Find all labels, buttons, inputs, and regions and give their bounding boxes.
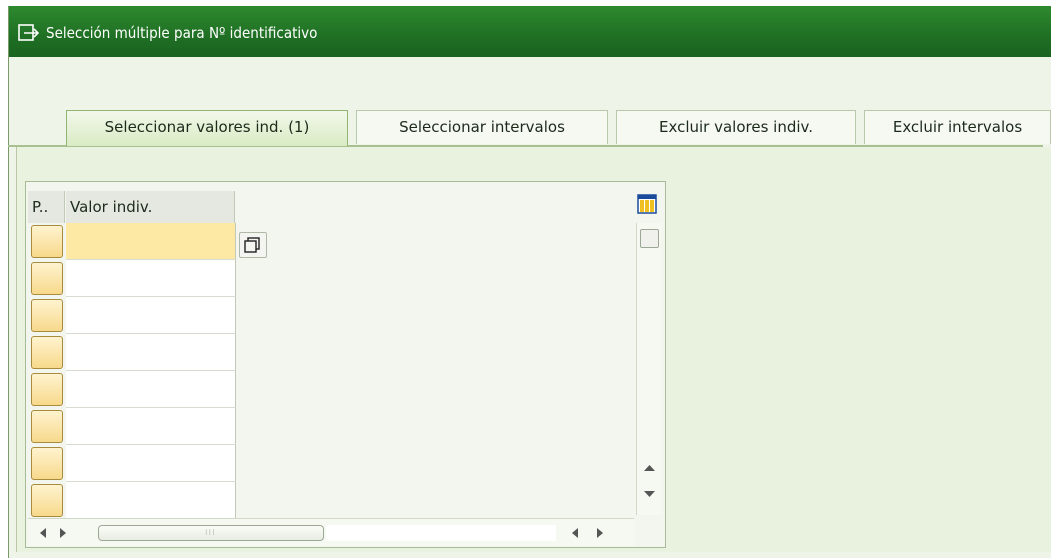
- horizontal-scrollbar[interactable]: ⁝⁝⁝: [28, 518, 634, 546]
- table-row: [28, 482, 236, 519]
- table-row: [28, 297, 236, 334]
- tab-select-ranges[interactable]: Seleccionar intervalos: [356, 110, 608, 144]
- tab-exclude-single-values[interactable]: Excluir valores indiv.: [616, 110, 856, 144]
- row-selector[interactable]: [31, 299, 63, 332]
- table-row: [28, 334, 236, 371]
- title-bar: Selección múltiple para Nº identificativ…: [9, 6, 1051, 57]
- row-selector[interactable]: [31, 410, 63, 443]
- row-selector[interactable]: [31, 336, 63, 369]
- tab-content: P.. Valor indiv. ⁝⁝⁝: [16, 147, 1051, 552]
- value-help-icon: [244, 237, 260, 253]
- row-selector[interactable]: [31, 447, 63, 480]
- exit-arrow-icon[interactable]: [18, 24, 40, 42]
- value-input[interactable]: [66, 482, 236, 519]
- column-settings-icon[interactable]: [637, 194, 657, 214]
- value-input[interactable]: [66, 223, 236, 260]
- column-header-selection[interactable]: P..: [28, 191, 65, 223]
- value-input[interactable]: [66, 445, 236, 482]
- window-title: Selección múltiple para Nº identificativ…: [46, 24, 318, 42]
- scroll-down-icon[interactable]: [640, 485, 659, 503]
- row-selector[interactable]: [31, 262, 63, 295]
- grip-icon: ⁝⁝⁝: [205, 528, 216, 537]
- values-table: P.. Valor indiv. ⁝⁝⁝: [25, 181, 666, 548]
- vertical-scrollbar[interactable]: [636, 223, 661, 515]
- column-header-single-value[interactable]: Valor indiv.: [66, 191, 235, 223]
- row-selector[interactable]: [31, 484, 63, 517]
- value-input[interactable]: [66, 260, 236, 297]
- value-input[interactable]: [66, 334, 236, 371]
- scroll-left-icon[interactable]: [570, 527, 580, 539]
- value-help-button[interactable]: [239, 232, 267, 258]
- row-selector[interactable]: [31, 373, 63, 406]
- table-row: [28, 445, 236, 482]
- table-rows: [28, 223, 236, 519]
- scroll-position-box[interactable]: [640, 229, 659, 248]
- scroll-right-icon[interactable]: [58, 527, 68, 539]
- scroll-right-icon[interactable]: [595, 527, 605, 539]
- scroll-left-icon[interactable]: [38, 527, 48, 539]
- scroll-up-icon[interactable]: [640, 459, 659, 477]
- horizontal-scroll-track[interactable]: [326, 525, 556, 541]
- value-input[interactable]: [66, 408, 236, 445]
- tab-select-single-values[interactable]: Seleccionar valores ind. (1): [66, 110, 348, 146]
- row-selector[interactable]: [31, 225, 63, 258]
- table-row: [28, 260, 236, 297]
- value-input[interactable]: [66, 297, 236, 334]
- value-input[interactable]: [66, 371, 236, 408]
- tab-exclude-ranges[interactable]: Excluir intervalos: [864, 110, 1051, 144]
- table-row: [28, 371, 236, 408]
- table-row: [28, 408, 236, 445]
- horizontal-scroll-thumb[interactable]: ⁝⁝⁝: [98, 525, 324, 541]
- table-row: [28, 223, 236, 260]
